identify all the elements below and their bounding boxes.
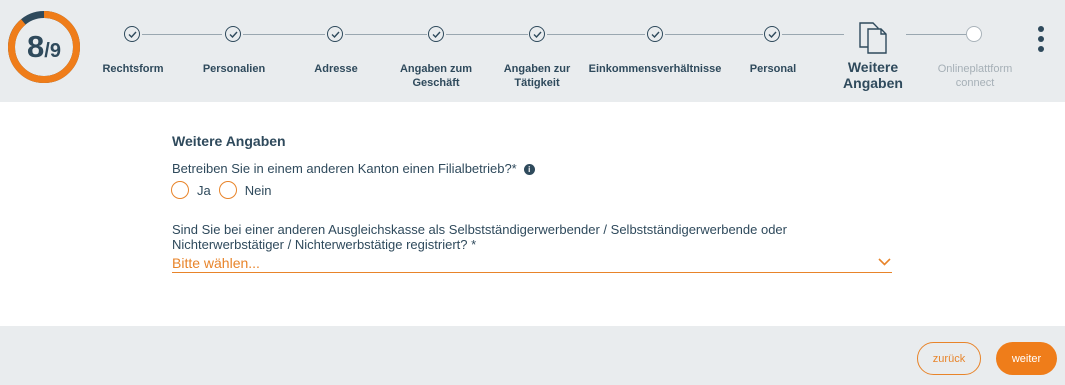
progress-current: 8 (27, 29, 44, 64)
check-icon[interactable] (124, 26, 140, 42)
pending-step-icon (966, 26, 982, 42)
question-filialbetrieb: Betreiben Sie in einem anderen Kanton ei… (172, 161, 535, 176)
step-connector (446, 34, 528, 35)
filialbetrieb-radio-group: Ja Nein (171, 181, 279, 199)
chevron-down-icon (878, 258, 891, 266)
step-label-weitere-angaben: Weitere Angaben (843, 59, 903, 91)
step-label-angaben-geschaeft[interactable]: Angaben zum Geschäft (391, 62, 481, 90)
more-options-icon[interactable] (1034, 26, 1048, 52)
step-connector (906, 34, 966, 35)
step-connector (142, 34, 222, 35)
footer-bar: zurück weiter (0, 326, 1065, 385)
check-icon[interactable] (764, 26, 780, 42)
step-connector (345, 34, 427, 35)
progress-total: /9 (44, 39, 61, 62)
step-connector (243, 34, 325, 35)
step-connector (782, 34, 844, 35)
question-filialbetrieb-text: Betreiben Sie in einem anderen Kanton ei… (172, 161, 517, 176)
next-button[interactable]: weiter (996, 342, 1057, 375)
step-connector (665, 34, 763, 35)
radio-circle-icon[interactable] (218, 181, 237, 199)
form-area: Weitere Angaben Betreiben Sie in einem a… (0, 102, 1065, 326)
step-label-personalien[interactable]: Personalien (193, 62, 275, 76)
section-title: Weitere Angaben (172, 133, 286, 149)
select-placeholder: Bitte wählen... (172, 255, 260, 271)
check-icon[interactable] (428, 26, 444, 42)
check-icon[interactable] (327, 26, 343, 42)
stepper-header: 8/9 Rechtsform Personalien Adresse Angab… (0, 0, 1065, 102)
check-icon[interactable] (225, 26, 241, 42)
back-button[interactable]: zurück (917, 342, 981, 375)
ausgleichskasse-select[interactable]: Bitte wählen... (172, 254, 892, 273)
question-ausgleichskasse: Sind Sie bei einer anderen Ausgleichskas… (172, 222, 787, 252)
step-label-adresse[interactable]: Adresse (295, 62, 377, 76)
check-icon[interactable] (529, 26, 545, 42)
radio-circle-icon[interactable] (171, 181, 189, 199)
info-icon[interactable]: i (523, 164, 535, 175)
step-label-angaben-taetigkeit[interactable]: Angaben zur Tätigkeit (492, 62, 582, 90)
step-label-rechtsform[interactable]: Rechtsform (92, 62, 174, 76)
document-icon (859, 22, 887, 54)
radio-nein-label: Nein (244, 182, 272, 198)
step-label-onlineplattform: Onlineplattform connect (937, 63, 1013, 89)
progress-indicator: 8/9 (6, 9, 82, 85)
step-label-einkommen[interactable]: Einkommensverhältnisse (588, 62, 722, 76)
radio-ja[interactable]: Ja (171, 181, 211, 199)
radio-ja-label: Ja (197, 182, 211, 198)
step-label-personal[interactable]: Personal (732, 62, 814, 76)
step-connector (547, 34, 645, 35)
check-icon[interactable] (647, 26, 663, 42)
radio-nein[interactable]: Nein (218, 181, 272, 199)
